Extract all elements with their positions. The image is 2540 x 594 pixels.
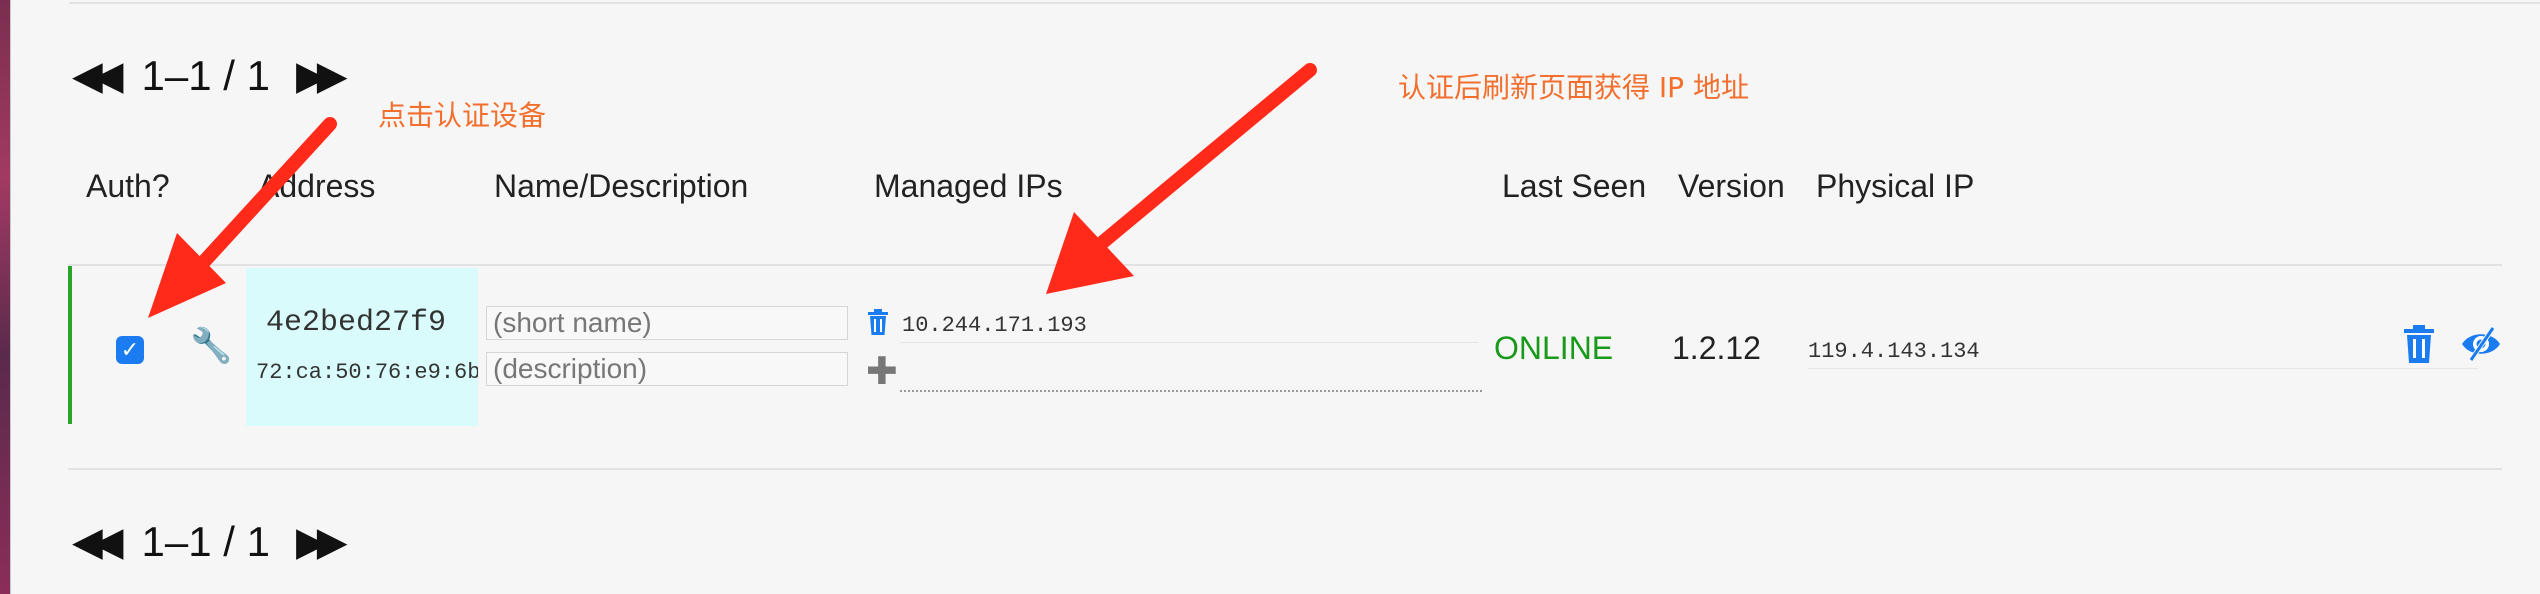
pagination-bottom: ◀◀ 1–1 / 1 ▶▶ [72, 514, 347, 570]
delete-member-trash-icon[interactable] [2402, 324, 2436, 364]
annotation-ip-hint: 认证后刷新页面获得 IP 地址 [1398, 71, 1749, 104]
physical-ip-underline [1808, 368, 2478, 369]
desktop-background [0, 0, 10, 594]
column-header-physical-ip[interactable]: Physical IP [1816, 168, 1974, 205]
rewind-icon[interactable]: ◀◀ [72, 56, 123, 96]
column-header-address[interactable]: Address [258, 168, 375, 205]
managed-ip-underline [900, 342, 1478, 343]
trash-icon[interactable] [866, 308, 890, 336]
member-address-cell: 4e2bed27f9 72:ca:50:76:e9:6b [246, 268, 478, 426]
column-header-last-seen[interactable]: Last Seen [1502, 168, 1646, 205]
fast-forward-icon[interactable]: ▶▶ [296, 522, 347, 562]
top-divider [69, 2, 2540, 4]
column-header-managed-ips[interactable]: Managed IPs [874, 168, 1063, 205]
auth-checkbox[interactable]: ✓ [116, 336, 144, 364]
column-header-version[interactable]: Version [1678, 168, 1785, 205]
client-version: 1.2.12 [1672, 330, 1761, 366]
managed-ip: 10.244.171.193 [902, 313, 1087, 338]
column-header-auth: Auth? [86, 168, 170, 204]
annotation-auth-hint: 点击认证设备 [378, 99, 547, 132]
physical-ip: 119.4.143.134 [1808, 339, 1980, 364]
plus-icon[interactable]: ✚ [866, 352, 898, 390]
wrench-icon[interactable]: 🔧 [190, 326, 232, 366]
eye-slash-icon[interactable] [2460, 326, 2502, 362]
member-address: 4e2bed27f9 [266, 306, 447, 340]
member-mac-address: 72:ca:50:76:e9:6b [256, 360, 478, 385]
page-count: 1–1 / 1 [141, 518, 270, 565]
description-input[interactable] [486, 352, 848, 386]
fast-forward-icon[interactable]: ▶▶ [296, 56, 347, 96]
column-header-name[interactable]: Name/Description [494, 168, 748, 205]
short-name-input[interactable] [486, 306, 848, 340]
row-divider [68, 468, 2502, 470]
pagination-top: ◀◀ 1–1 / 1 ▶▶ [72, 48, 347, 104]
rewind-icon[interactable]: ◀◀ [72, 522, 123, 562]
last-seen-status: ONLINE [1494, 330, 1614, 366]
page-count: 1–1 / 1 [141, 52, 270, 99]
add-ip-input[interactable] [900, 358, 1482, 392]
